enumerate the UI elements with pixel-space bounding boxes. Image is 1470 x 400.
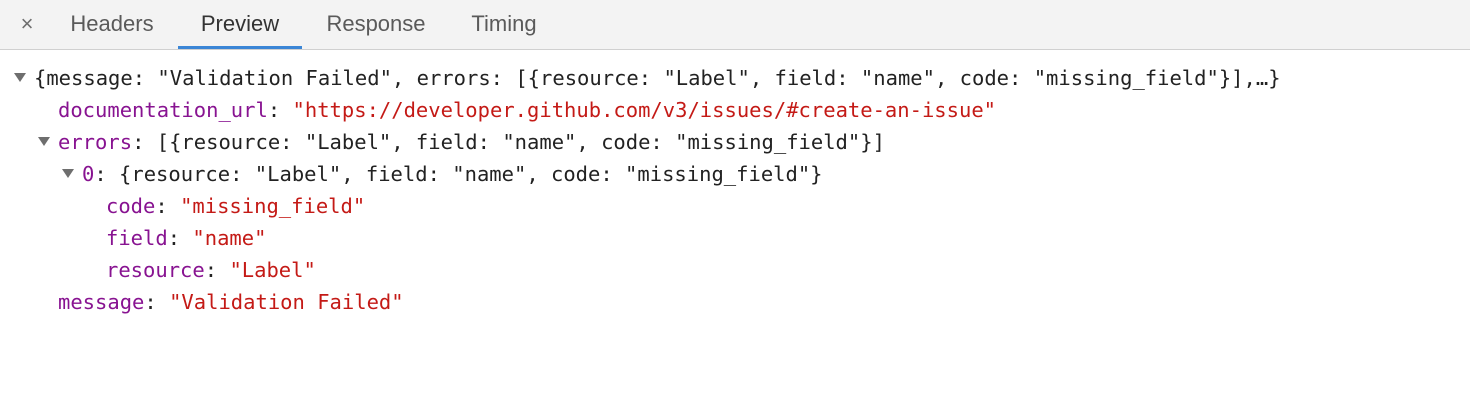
tab-response[interactable]: Response [306, 0, 446, 49]
tree-row-resource: resource: "Label" [106, 258, 316, 282]
tab-headers[interactable]: Headers [52, 0, 172, 49]
property-value: "name" [192, 226, 267, 250]
expand-arrow-icon[interactable] [38, 136, 50, 146]
property-value: "Label" [229, 258, 316, 282]
tree-root-row[interactable]: {message: "Validation Failed", errors: [… [14, 62, 1281, 94]
property-value: "Validation Failed" [169, 290, 404, 314]
tree-row-errors[interactable]: errors: [{resource: "Label", field: "nam… [38, 126, 885, 158]
property-key: field [106, 226, 168, 250]
devtools-tab-bar: × Headers Preview Response Timing [0, 0, 1470, 50]
property-key: resource [106, 258, 205, 282]
property-key: 0 [82, 162, 95, 186]
tree-row-documentation-url: documentation_url: "https://developer.gi… [58, 98, 997, 122]
item-summary: {resource: "Label", field: "name", code:… [119, 162, 823, 186]
tree-row-errors-0[interactable]: 0: {resource: "Label", field: "name", co… [62, 158, 823, 190]
property-value: "missing_field" [180, 194, 366, 218]
tree-row-message: message: "Validation Failed" [58, 290, 404, 314]
expand-arrow-icon[interactable] [62, 168, 74, 178]
property-key: errors [58, 130, 133, 154]
errors-summary: [{resource: "Label", field: "name", code… [156, 130, 885, 154]
expand-arrow-icon[interactable] [14, 72, 26, 82]
tree-row-field: field: "name" [106, 226, 267, 250]
property-key: message [58, 290, 145, 314]
close-icon[interactable]: × [14, 8, 40, 40]
tree-row-code: code: "missing_field" [106, 194, 366, 218]
root-summary: {message: "Validation Failed", errors: [… [34, 66, 1281, 90]
property-key: code [106, 194, 156, 218]
tab-preview[interactable]: Preview [178, 0, 302, 49]
property-value: "https://developer.github.com/v3/issues/… [292, 98, 997, 122]
tab-timing[interactable]: Timing [452, 0, 556, 49]
property-key: documentation_url [58, 98, 268, 122]
